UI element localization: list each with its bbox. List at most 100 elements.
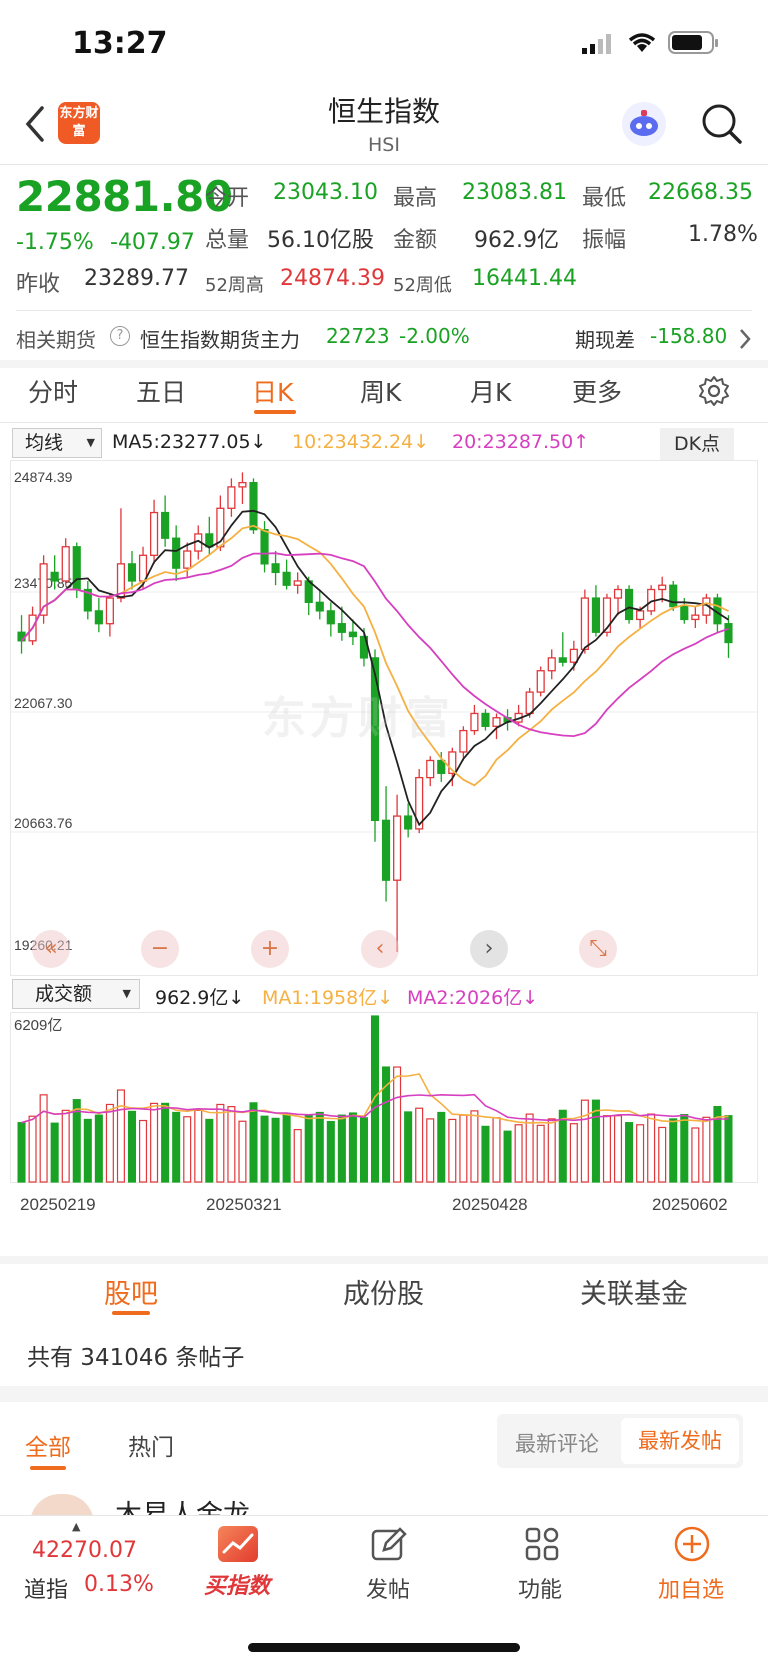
ma5-legend: MA5:23277.05↓ (112, 431, 267, 453)
candle-body (724, 623, 733, 644)
wk52-high-value: 24874.39 (280, 266, 385, 291)
zoom-in-button[interactable]: + (251, 930, 289, 968)
post-label[interactable]: 发帖 (366, 1572, 410, 1604)
add-watchlist-icon[interactable] (672, 1524, 712, 1564)
volume-bar (437, 1111, 446, 1183)
candle-body (315, 601, 324, 612)
dow-pct[interactable]: 0.13% (84, 1572, 154, 1597)
candle-body (470, 712, 479, 732)
prev-close-value: 23289.77 (84, 266, 189, 291)
volume-select[interactable]: 成交额 ▼ (12, 979, 140, 1009)
candle-body (404, 815, 413, 830)
volume-bar (94, 1114, 103, 1183)
sort-latest-post[interactable]: 最新发帖 (621, 1418, 739, 1464)
y-axis-label: 22067.30 (14, 695, 73, 711)
candle-body (393, 815, 402, 881)
volume-bar (337, 1114, 346, 1183)
volume-bar (636, 1124, 645, 1183)
scroll-left-fast-button[interactable]: « (32, 930, 70, 968)
volume-bar (260, 1115, 269, 1183)
volume-bar (393, 1066, 402, 1183)
filter-all[interactable]: 全部 (25, 1428, 71, 1462)
tab-daily-k[interactable]: 日K (252, 373, 293, 409)
robot-assistant-icon[interactable] (622, 102, 666, 146)
candle-body (624, 588, 634, 621)
tab-constituents[interactable]: 成份股 (343, 1272, 424, 1311)
indicator-select[interactable]: 均线 ▼ (12, 428, 102, 458)
volume-chart[interactable]: 6209亿 20250219 20250321 20250428 20250602 (10, 1012, 758, 1242)
futures-label: 相关期货 (16, 328, 96, 352)
home-indicator (248, 1643, 520, 1652)
buy-index-label[interactable]: 买指数 (204, 1568, 270, 1600)
scroll-left-button[interactable]: ‹ (361, 930, 399, 968)
vol-ma1-legend: MA1:1958亿↓ (262, 987, 394, 1009)
filter-hot[interactable]: 热门 (128, 1428, 174, 1462)
low-value: 22668.35 (648, 180, 753, 205)
volume-bar (28, 1115, 37, 1183)
compose-post-icon[interactable] (370, 1526, 408, 1564)
search-icon[interactable] (700, 102, 744, 146)
candle-body (205, 533, 214, 548)
tab-related-funds[interactable]: 关联基金 (580, 1272, 688, 1311)
sort-latest-comment[interactable]: 最新评论 (515, 1428, 599, 1458)
amount-value: 962.9亿 (474, 228, 559, 253)
indicator-select-label: 均线 (25, 432, 64, 454)
wk52-low-label: 52周低 (393, 275, 452, 296)
functions-grid-icon[interactable] (524, 1526, 560, 1562)
candle-body (227, 486, 236, 509)
y-axis-label: 20663.76 (14, 815, 73, 831)
volume-bar (569, 1123, 578, 1183)
candle-body (282, 571, 291, 586)
volume-bar (39, 1094, 48, 1183)
fullscreen-button[interactable]: ⤡ (579, 930, 617, 968)
vol-value-legend: 962.9亿↓ (155, 987, 245, 1009)
tab-guba[interactable]: 股吧 (104, 1272, 158, 1311)
scroll-right-button[interactable]: › (470, 930, 508, 968)
volume-bar (216, 1103, 225, 1183)
candle-body (437, 759, 446, 774)
volume-bar (525, 1113, 534, 1183)
battery-icon (668, 31, 718, 54)
candle-body (238, 481, 247, 488)
change-value: -407.97 (110, 230, 195, 255)
candle-body (525, 691, 534, 715)
volume-bar (625, 1122, 634, 1183)
volume-max-label: 6209亿 (14, 1017, 62, 1034)
dk-point-button[interactable]: DK点 (660, 428, 734, 460)
volume-bar (50, 1122, 59, 1183)
volume-bar (669, 1118, 678, 1183)
wk52-low-value: 16441.44 (472, 266, 577, 291)
volume-bar (680, 1114, 689, 1183)
dow-name[interactable]: 道指 (24, 1572, 68, 1604)
related-futures-row[interactable]: 相关期货 ? 恒生指数期货主力 22723 -2.00% 期现差 -158.80 (16, 322, 752, 358)
volume-bar (282, 1113, 291, 1183)
buy-index-icon[interactable] (218, 1526, 258, 1562)
volume-bar (315, 1111, 324, 1183)
help-icon[interactable]: ? (110, 326, 130, 346)
settings-gear-icon[interactable] (698, 375, 730, 407)
candle-body (249, 481, 258, 531)
candle-body (669, 584, 678, 608)
x-axis-label: 20250219 (20, 1195, 96, 1214)
wifi-icon (628, 33, 656, 52)
candle-body (138, 554, 148, 582)
chevron-right-icon (740, 329, 751, 349)
tab-more[interactable]: 更多 (572, 373, 622, 409)
tab-weekly-k[interactable]: 周K (360, 373, 401, 409)
candle-body (105, 597, 114, 625)
basis-label: 期现差 (575, 328, 635, 352)
vol-ma2-legend: MA2:2026亿↓ (407, 987, 539, 1009)
candle-body (293, 580, 302, 586)
tab-monthly-k[interactable]: 月K (470, 373, 511, 409)
candle-body (636, 610, 645, 621)
functions-label[interactable]: 功能 (518, 1572, 562, 1604)
add-watchlist-label[interactable]: 加自选 (658, 1572, 724, 1604)
tab-five-day[interactable]: 五日 (136, 373, 186, 409)
zoom-out-button[interactable]: − (141, 930, 179, 968)
candle-body (691, 614, 700, 621)
dow-value[interactable]: 42270.07 (32, 1538, 137, 1563)
low-label: 最低 (582, 186, 627, 211)
candle-body (459, 729, 468, 753)
y-axis-label: 24874.39 (14, 469, 73, 485)
tab-fenshi[interactable]: 分时 (28, 373, 78, 409)
